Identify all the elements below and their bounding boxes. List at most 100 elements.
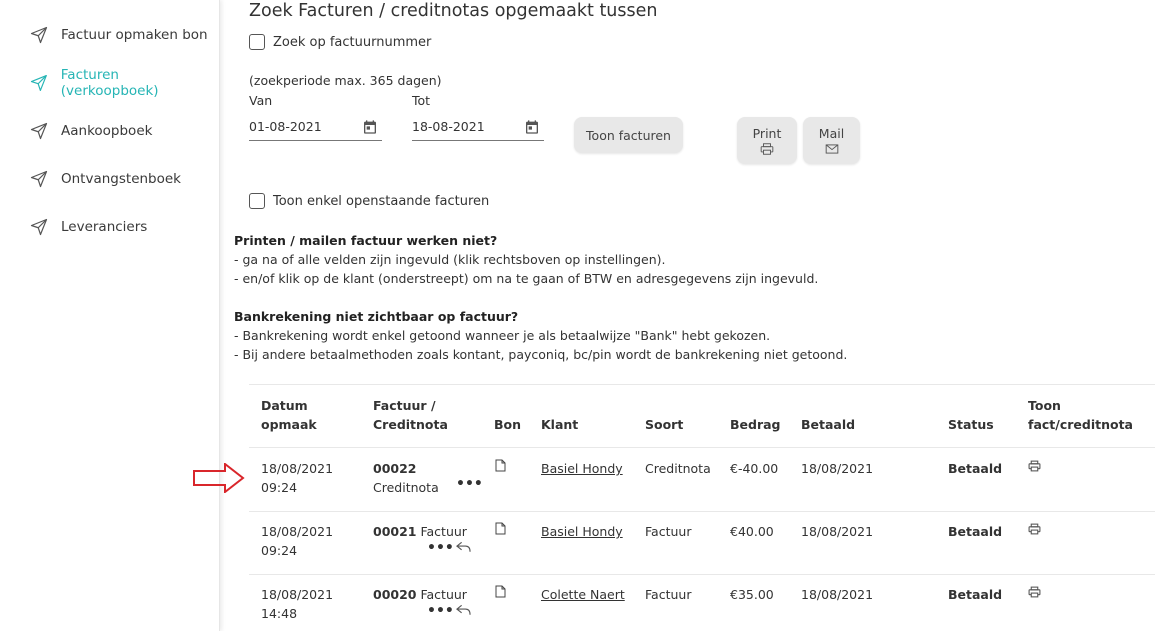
header-factuur-line2: Creditnota [373,417,448,432]
table-divider [249,447,1155,448]
header-bedrag: Bedrag [730,417,781,432]
print-label: Print [752,126,782,141]
mail-icon [825,144,838,154]
send-icon [30,218,48,236]
row-time-value: 14:48 [261,606,298,621]
to-date-input[interactable]: 18-08-2021 [412,113,544,141]
document-icon[interactable] [495,522,506,535]
invoice-type-label: Factuur [420,587,467,602]
open-only-option[interactable]: Toon enkel openstaande facturen [249,193,489,209]
table-divider [249,511,1155,512]
open-only-checkbox[interactable] [249,193,265,209]
row-date-value: 18/08/2021 [261,524,334,539]
table-divider [249,574,1155,575]
row-date: 18/08/2021 09:24 [261,459,333,497]
row-status: Betaald [948,461,1003,476]
send-icon [30,26,48,44]
sidebar-item-label: Aankoopboek [61,123,153,139]
row-betaald: 18/08/2021 [801,461,874,476]
row-invoice: 00020 Factuur [373,585,467,604]
row-betaald: 18/08/2021 [801,524,874,539]
document-icon[interactable] [495,459,506,472]
row-date: 18/08/2021 09:24 [261,522,333,560]
calendar-icon[interactable] [362,119,378,135]
send-icon [30,170,48,188]
header-soort: Soort [645,417,684,432]
document-icon[interactable] [495,585,506,598]
more-options-icon[interactable]: ••• [427,604,454,618]
invoice-number[interactable]: 00021 [373,524,417,539]
row-invoice: 00021 Factuur [373,522,467,541]
from-label: Van [249,93,273,108]
sidebar-item-factuur-opmaken[interactable]: Factuur opmaken bon [30,23,208,47]
to-date-value: 18-08-2021 [412,119,485,134]
show-invoices-label: Toon facturen [586,127,671,143]
reply-icon[interactable] [456,541,471,553]
sidebar-item-label: Facturen (verkoopboek) [60,67,159,99]
search-by-number-option[interactable]: Zoek op factuurnummer [249,34,431,50]
row-date-value: 18/08/2021 [261,587,334,602]
info-print-title: Printen / mailen factuur werken niet? [234,233,498,248]
row-invoice: 00022 Creditnota [373,459,439,497]
row-soort: Factuur [645,524,692,539]
send-icon [30,122,48,140]
invoice-type-label: Creditnota [373,480,439,495]
send-icon [30,74,47,92]
more-options-icon[interactable]: ••• [427,541,454,555]
header-factuur: Factuur / Creditnota [373,396,448,434]
header-toon-line2: fact/creditnota [1028,417,1133,432]
show-invoices-button[interactable]: Toon facturen [574,117,683,153]
more-options-icon[interactable]: ••• [456,477,483,491]
row-soort: Creditnota [645,461,711,476]
info-bank-block: Bankrekening niet zichtbaar op factuur? … [234,307,847,364]
period-note: (zoekperiode max. 365 dagen) [249,73,442,88]
row-status: Betaald [948,524,1003,539]
row-date-value: 18/08/2021 [261,461,334,476]
row-bedrag: €40.00 [730,524,774,539]
row-date: 18/08/2021 14:48 [261,585,333,623]
printer-icon[interactable] [1028,586,1041,598]
row-bedrag: €35.00 [730,587,774,602]
customer-link[interactable]: Colette Naert [541,585,625,604]
sidebar-item-facturen[interactable]: Facturen (verkoopboek) [30,67,219,99]
info-bank-line: - Bij andere betaalmethoden zoals kontan… [234,347,848,362]
reply-icon[interactable] [456,604,471,616]
customer-link[interactable]: Basiel Hondy [541,522,623,541]
print-button[interactable]: Print [737,117,797,164]
from-date-input[interactable]: 01-08-2021 [249,113,382,141]
sidebar: Factuur opmaken bon Facturen (verkoopboe… [0,0,220,631]
header-betaald: Betaald [801,417,856,432]
printer-icon[interactable] [1028,460,1041,472]
header-toon-line1: Toon [1028,398,1061,413]
row-soort: Factuur [645,587,692,602]
row-betaald: 18/08/2021 [801,587,874,602]
open-only-label: Toon enkel openstaande facturen [273,193,490,209]
header-bon: Bon [494,417,522,432]
sidebar-item-ontvangstenboek[interactable]: Ontvangstenboek [30,167,181,191]
row-time-value: 09:24 [261,480,298,495]
info-print-block: Printen / mailen factuur werken niet? - … [234,231,818,288]
header-datum-line2: opmaak [261,417,317,432]
header-toon: Toon fact/creditnota [1028,396,1133,434]
customer-link[interactable]: Basiel Hondy [541,459,623,478]
invoice-number[interactable]: 00022 [373,461,417,476]
header-status: Status [948,417,994,432]
sidebar-item-leveranciers[interactable]: Leveranciers [30,215,147,239]
sidebar-item-aankoopboek[interactable]: Aankoopboek [30,119,152,143]
row-status: Betaald [948,587,1003,602]
sidebar-item-label: Factuur opmaken bon [61,27,208,43]
header-datum-line1: Datum [261,398,308,413]
info-print-line: - en/of klik op de klant (onderstreept) … [234,271,819,286]
table-divider [249,384,1155,385]
info-bank-title: Bankrekening niet zichtbaar op factuur? [234,309,519,324]
search-by-number-checkbox[interactable] [249,34,265,50]
printer-icon[interactable] [1028,523,1041,535]
mail-button[interactable]: Mail [803,117,860,164]
annotation-arrow-icon [193,463,245,493]
search-by-number-label: Zoek op factuurnummer [273,34,432,50]
row-time-value: 09:24 [261,543,298,558]
invoice-number[interactable]: 00020 [373,587,417,602]
sidebar-item-label: Ontvangstenboek [61,171,182,187]
printer-icon [760,143,774,155]
calendar-icon[interactable] [524,119,540,135]
